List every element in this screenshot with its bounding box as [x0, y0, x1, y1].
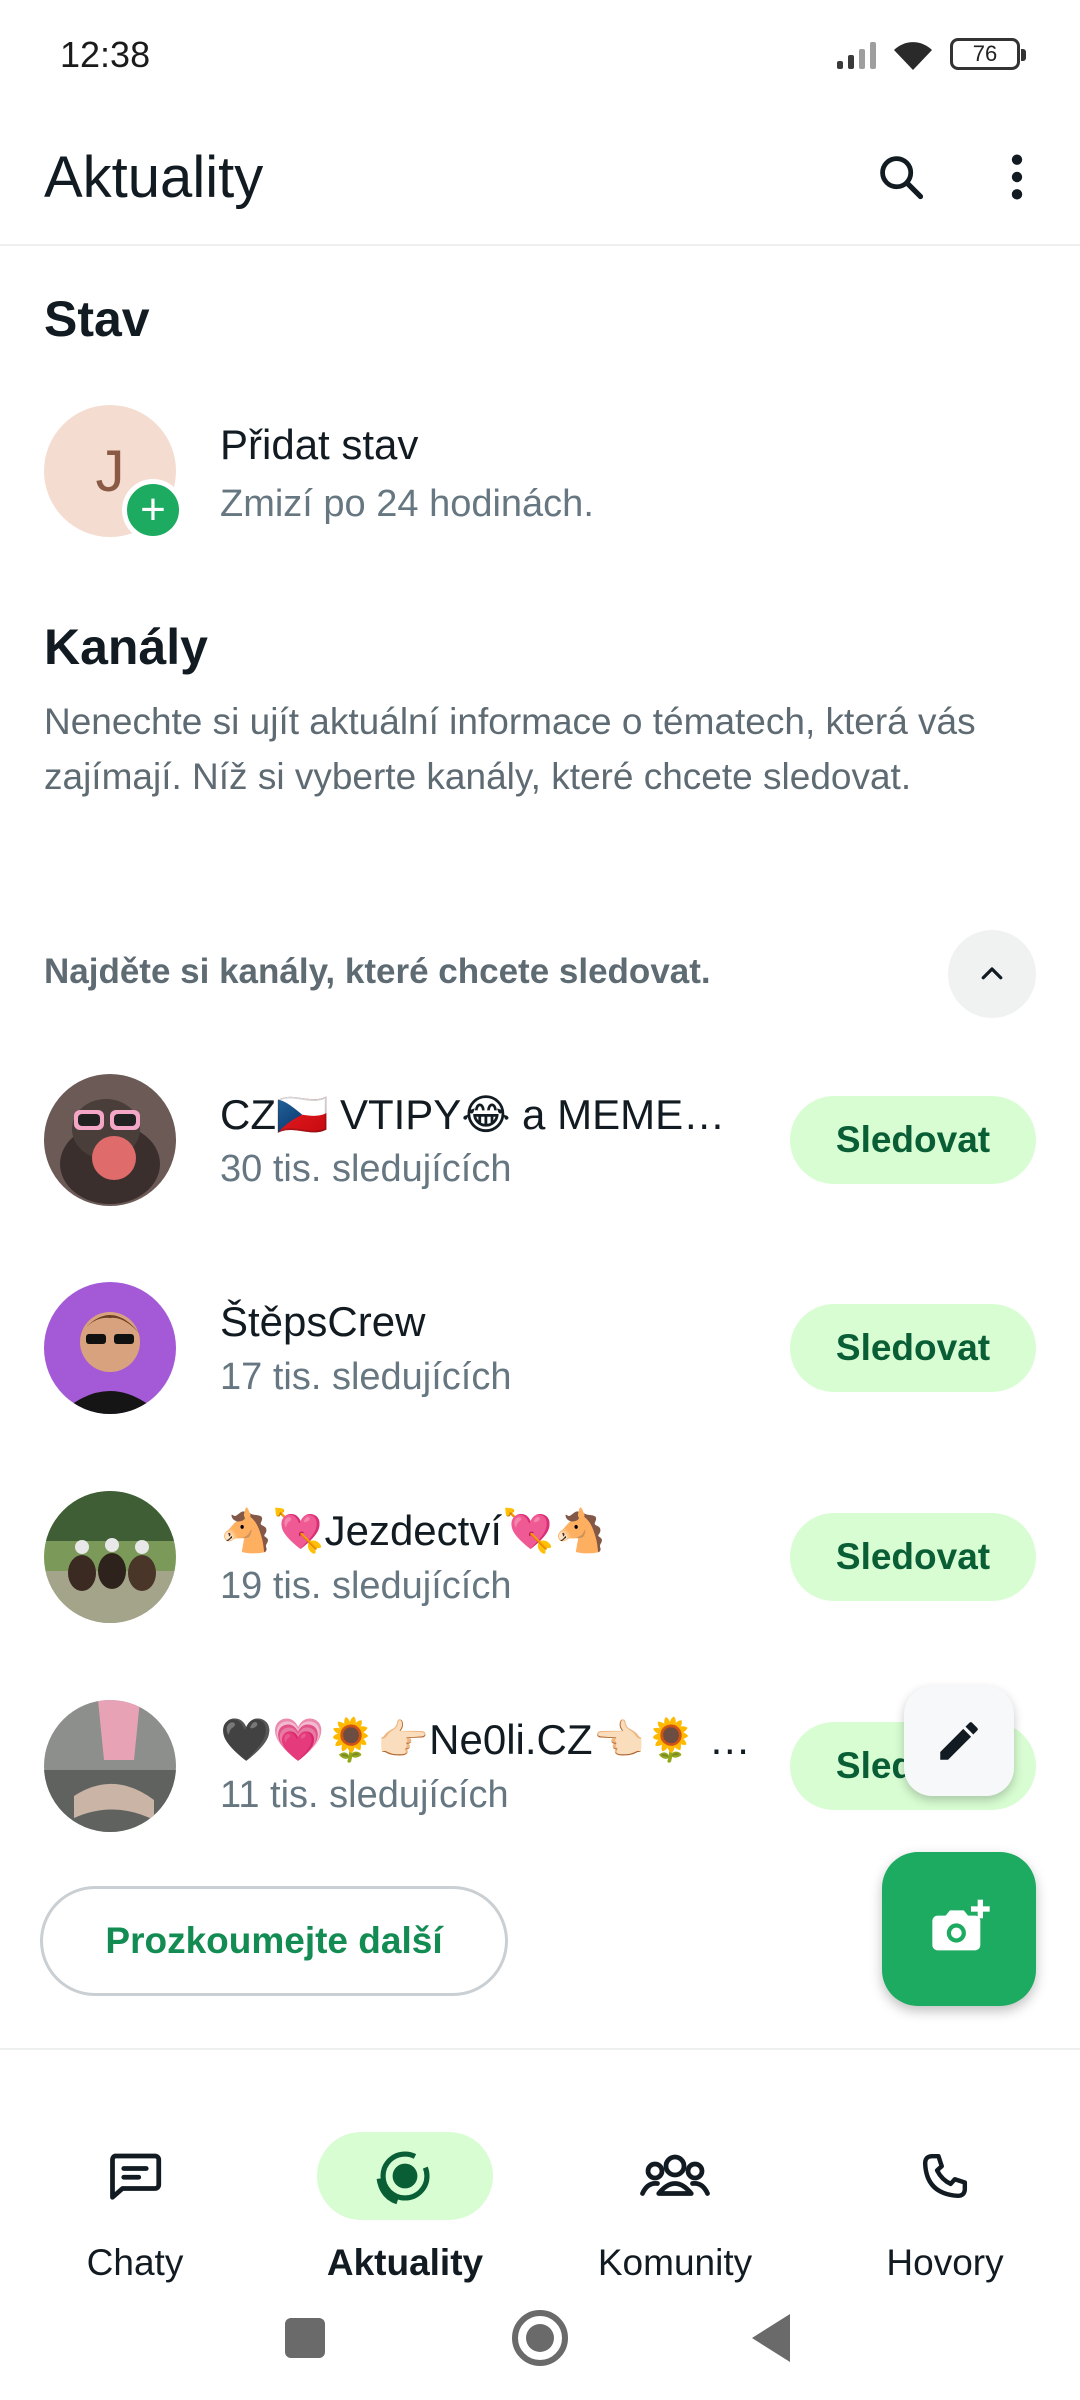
- channel-item[interactable]: CZ🇨🇿 VTIPY😂 a MEME… 30 tis. sledujících …: [44, 1074, 1036, 1206]
- nav-communities[interactable]: Komunity: [540, 2080, 810, 2283]
- follow-button[interactable]: Sledovat: [790, 1096, 1036, 1184]
- nav-pill: [47, 2132, 223, 2220]
- status-icons: 76: [837, 36, 1026, 72]
- nav-calls[interactable]: Hovory: [810, 2080, 1080, 2283]
- camera-status-button[interactable]: [882, 1852, 1036, 2006]
- channel-avatar: [44, 1700, 176, 1832]
- search-button[interactable]: [856, 132, 946, 222]
- communities-icon: [640, 2154, 710, 2196]
- collapse-button[interactable]: [948, 930, 1036, 1018]
- channel-name: CZ🇨🇿 VTIPY😂 a MEME…: [220, 1091, 726, 1138]
- channel-avatar: [44, 1491, 176, 1623]
- chat-icon: [110, 2153, 162, 2200]
- recents-button[interactable]: [285, 2318, 325, 2358]
- bottom-navigation: Chaty Aktuality Komunity Hovory: [0, 2048, 1080, 2283]
- signal-icon: [837, 39, 876, 69]
- avatar-letter: J: [95, 438, 125, 504]
- follow-button[interactable]: Sledovat: [790, 1513, 1036, 1601]
- system-navigation-bar: [0, 2270, 1080, 2400]
- add-status-row[interactable]: J + Přidat stav Zmizí po 24 hodinách.: [44, 405, 1044, 541]
- nav-pill: [317, 2132, 493, 2220]
- nav-chats[interactable]: Chaty: [0, 2080, 270, 2283]
- explore-more-button[interactable]: Prozkoumejte další: [40, 1886, 508, 1996]
- wifi-icon: [894, 42, 932, 70]
- page-title: Aktuality: [44, 145, 264, 210]
- new-text-status-button[interactable]: [904, 1686, 1014, 1796]
- pencil-icon: [940, 1722, 978, 1760]
- app-bar: Aktuality: [0, 108, 1080, 246]
- updates-icon: [376, 2151, 430, 2205]
- home-button[interactable]: [512, 2310, 568, 2366]
- status-time: 12:38: [60, 34, 151, 75]
- find-channels-label: Najděte si kanály, které chcete sledovat…: [44, 952, 711, 991]
- more-options-button[interactable]: [972, 132, 1062, 222]
- nav-pill: [587, 2132, 763, 2220]
- channels-description: Nenechte si ujít aktuální informace o té…: [44, 701, 976, 797]
- channel-item[interactable]: 🖤💗🌻👉🏻Ne0li.CZ👈🏻🌻 … 11 tis. sledujících S…: [44, 1700, 1036, 1832]
- add-status-title: Přidat stav: [220, 421, 419, 468]
- camera-plus-icon: [932, 1899, 990, 1951]
- nav-updates[interactable]: Aktuality: [270, 2080, 540, 2283]
- find-channels-row: Najděte si kanály, které chcete sledovat…: [44, 926, 1036, 1018]
- channel-item[interactable]: ŠtěpsCrew 17 tis. sledujících Sledovat: [44, 1282, 1036, 1414]
- channel-name: 🖤💗🌻👉🏻Ne0li.CZ👈🏻🌻 …: [220, 1716, 751, 1763]
- battery-level: 76: [972, 41, 998, 66]
- channel-followers: 30 tis. sledujících: [220, 1148, 512, 1190]
- status-bar: 12:38 76: [0, 0, 1080, 108]
- channel-avatar: [44, 1074, 176, 1206]
- channel-followers: 11 tis. sledujících: [220, 1774, 509, 1816]
- back-button[interactable]: [752, 2314, 790, 2362]
- channel-followers: 19 tis. sledujících: [220, 1565, 512, 1607]
- chevron-up-icon: [981, 967, 1003, 980]
- nav-pill: [857, 2132, 1033, 2220]
- phone-icon: [922, 2153, 968, 2199]
- add-status-subtitle: Zmizí po 24 hodinách.: [220, 483, 594, 525]
- channel-followers: 17 tis. sledujících: [220, 1356, 512, 1398]
- channels-heading: Kanály: [44, 619, 208, 675]
- channel-item[interactable]: 🐴💘Jezdectví💘🐴 19 tis. sledujících Sledov…: [44, 1491, 1036, 1623]
- follow-button[interactable]: Sledovat: [790, 1304, 1036, 1392]
- search-icon: [880, 156, 924, 200]
- add-icon: +: [122, 479, 184, 541]
- channel-avatar: [44, 1282, 176, 1414]
- channel-name: 🐴💘Jezdectví💘🐴: [220, 1507, 607, 1554]
- status-heading: Stav: [44, 291, 150, 347]
- more-vert-icon: [1011, 154, 1023, 200]
- channel-name: ŠtěpsCrew: [220, 1298, 426, 1345]
- battery-icon: 76: [950, 38, 1026, 70]
